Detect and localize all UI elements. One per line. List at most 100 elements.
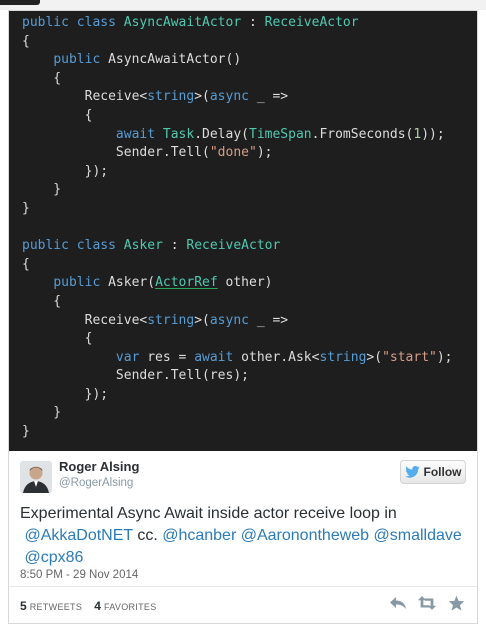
code-token: string xyxy=(147,89,195,105)
code-token: ActorRef xyxy=(155,275,218,291)
code-token: { xyxy=(22,256,30,272)
code-line: } xyxy=(22,423,477,442)
code-line: { xyxy=(22,70,477,89)
favorite-count[interactable]: 4 xyxy=(94,599,101,613)
code-token: public xyxy=(22,238,69,254)
code-token: string xyxy=(147,312,195,328)
code-line: { xyxy=(22,107,477,126)
code-token: _ => xyxy=(249,89,289,105)
code-token: other) xyxy=(217,275,273,291)
code-token: : xyxy=(241,15,265,30)
code-token: >( xyxy=(194,89,210,105)
code-token: }); xyxy=(22,163,109,179)
code-line: { xyxy=(22,330,477,349)
code-token: TimeSpan xyxy=(249,126,312,142)
tweet-actions xyxy=(388,593,466,613)
code-token: .FromSeconds( xyxy=(311,126,414,142)
code-token: >( xyxy=(366,349,383,365)
code-line: Receive<string>(async _ => xyxy=(22,312,477,331)
code-token: } xyxy=(22,405,62,421)
code-line: } xyxy=(22,200,477,219)
code-token: Task xyxy=(162,126,195,142)
code-token: await xyxy=(115,126,156,142)
favorite-button[interactable] xyxy=(446,593,466,613)
code-token: Asker xyxy=(123,238,163,254)
code-token: { xyxy=(22,293,62,309)
code-token: other.Ask< xyxy=(233,349,320,365)
code-line: await Task.Delay(TimeSpan.FromSeconds(1)… xyxy=(22,126,477,145)
mention-cpx86[interactable]: @cpx86 xyxy=(24,549,83,566)
follow-label: Follow xyxy=(423,465,462,479)
author-name[interactable]: Roger Alsing xyxy=(59,459,139,474)
code-line: } xyxy=(22,181,477,200)
mention-smalldave[interactable]: @smalldave xyxy=(374,527,462,544)
code-token: var xyxy=(115,349,140,365)
code-token: } xyxy=(22,424,30,440)
reply-icon xyxy=(390,597,406,609)
retweet-icon xyxy=(417,596,437,610)
follow-button[interactable]: Follow xyxy=(400,460,466,484)
code-token: "done" xyxy=(209,145,257,161)
code-line: }); xyxy=(22,386,477,405)
code-token: { xyxy=(22,70,62,86)
code-line: public class AsyncAwaitActor : ReceiveAc… xyxy=(22,14,477,33)
author-handle[interactable]: @RogerAlsing xyxy=(59,477,133,489)
code-token: _ => xyxy=(249,312,289,328)
tweet-body: Roger Alsing @RogerAlsing Follow Experim… xyxy=(9,451,477,623)
mention-aaronontheweb[interactable]: @Aaronontheweb xyxy=(241,527,369,544)
code-token: { xyxy=(22,331,93,347)
tweet-stats: 5 RETWEETS 4 FAVORITES xyxy=(20,599,166,613)
mention-hcanber[interactable]: @hcanber xyxy=(162,527,236,544)
favorite-label: FAVORITES xyxy=(103,602,157,612)
code-token: public xyxy=(53,52,101,68)
code-token: class xyxy=(76,15,116,30)
tweet-timestamp[interactable]: 8:50 PM - 29 Nov 2014 xyxy=(20,569,138,581)
code-token: ReceiveActor xyxy=(186,238,281,254)
code-line: public Asker(ActorRef other) xyxy=(22,274,477,293)
tweet-text-prefix: Experimental Async Await inside actor re… xyxy=(20,505,397,522)
code-line: public AsyncAwaitActor() xyxy=(22,51,477,70)
code-token: Receive< xyxy=(22,89,148,105)
avatar[interactable] xyxy=(20,461,52,493)
code-line: } xyxy=(22,404,477,423)
code-token: string xyxy=(319,349,367,365)
code-token: "start" xyxy=(382,349,437,365)
retweet-label: RETWEETS xyxy=(29,602,83,612)
code-token: >( xyxy=(194,312,210,328)
retweet-button[interactable] xyxy=(417,593,437,613)
reply-button[interactable] xyxy=(388,593,408,613)
code-token: } xyxy=(22,200,30,216)
code-token: async xyxy=(209,89,249,105)
retweet-count[interactable]: 5 xyxy=(20,599,27,613)
code-token: { xyxy=(22,107,93,123)
code-line: var res = await other.Ask<string>("start… xyxy=(22,349,477,368)
code-line: { xyxy=(22,33,477,52)
code-token: }); xyxy=(22,386,109,402)
code-line: public class Asker : ReceiveActor xyxy=(22,237,477,256)
code-token: class xyxy=(76,238,116,254)
tweet-card: public class AsyncAwaitActor : ReceiveAc… xyxy=(8,10,478,624)
avatar-image xyxy=(20,461,52,493)
tweet-text-mid: cc. xyxy=(132,527,163,544)
code-token: ); xyxy=(436,349,453,365)
code-token: Receive< xyxy=(22,312,148,328)
code-token: await xyxy=(194,349,234,365)
code-token: public xyxy=(53,275,101,291)
mention-akkadotnet[interactable]: @AkkaDotNET xyxy=(24,527,132,544)
code-line: Sender.Tell("done"); xyxy=(22,144,477,163)
code-token: Sender.Tell( xyxy=(22,145,210,161)
code-token: ReceiveActor xyxy=(264,15,359,30)
code-token: public xyxy=(22,15,69,30)
code-token: res = xyxy=(139,349,195,365)
code-line: Receive<string>(async _ => xyxy=(22,88,477,107)
code-line: { xyxy=(22,256,477,275)
code-line: { xyxy=(22,293,477,312)
code-token: AsyncAwaitActor xyxy=(123,15,242,30)
